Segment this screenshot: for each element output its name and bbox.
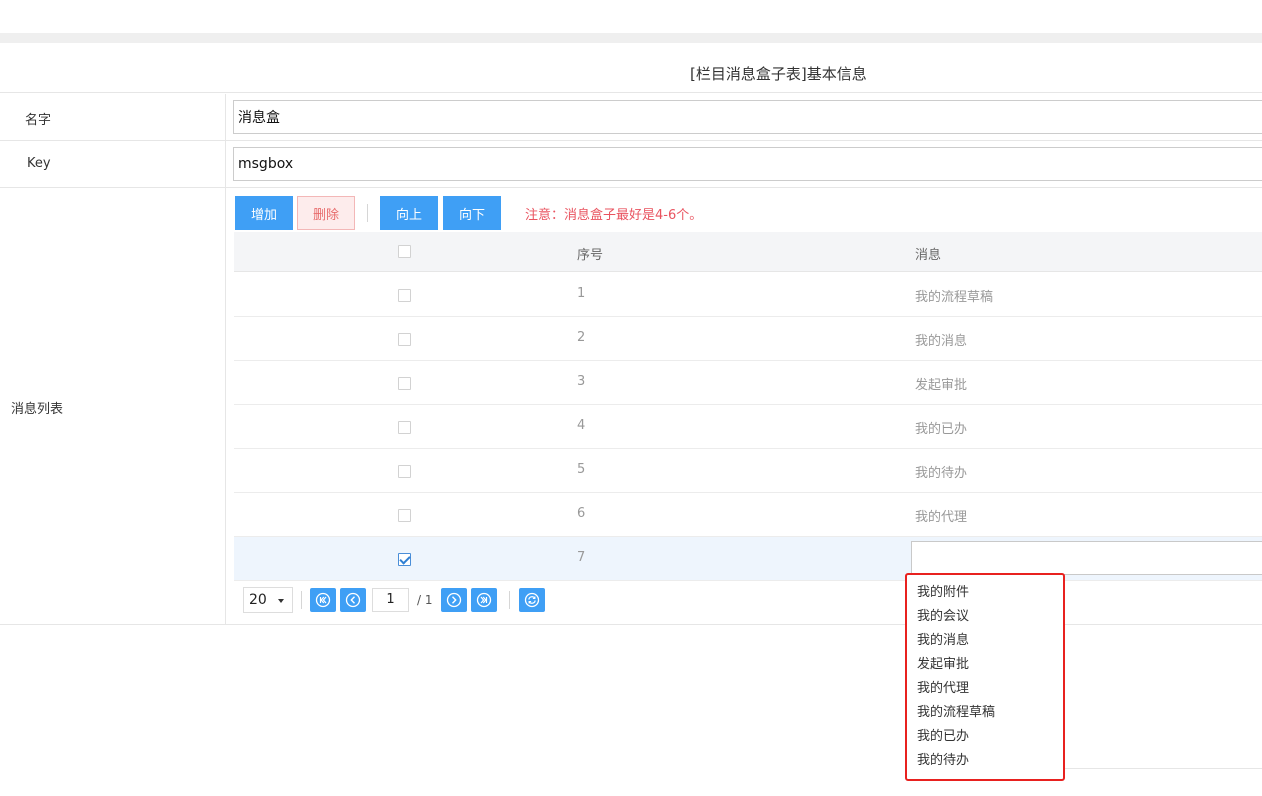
row-index: 7 (577, 550, 586, 565)
dropdown-option[interactable]: 我的代理 (917, 677, 969, 696)
name-input[interactable] (233, 100, 1262, 134)
form-title: [栏目消息盒子表]基本信息 (690, 65, 867, 83)
dropdown-option[interactable]: 我的附件 (917, 581, 969, 600)
limit-note: 注意：消息盒子最好是4-6个。 (525, 208, 703, 223)
row-index: 3 (577, 374, 586, 389)
first-page-button[interactable] (310, 588, 336, 612)
row-message: 我的待办 (915, 466, 968, 481)
next-page-button[interactable] (441, 588, 467, 612)
table-row[interactable]: 1 我的流程草稿 (234, 273, 1262, 317)
add-button[interactable]: 增加 (235, 196, 293, 230)
row-message: 我的流程草稿 (915, 290, 994, 305)
row-index: 2 (577, 330, 586, 345)
caret-down-icon (278, 599, 284, 603)
total-pages: / 1 (417, 593, 433, 607)
row-checkbox[interactable] (398, 421, 411, 434)
row-checkbox-checked[interactable] (398, 553, 411, 566)
dropdown-option[interactable]: 我的消息 (917, 629, 969, 648)
top-bar (0, 0, 1262, 33)
page-size-select[interactable]: 20 (243, 587, 293, 613)
move-down-button[interactable]: 向下 (443, 196, 501, 230)
row-index: 1 (577, 286, 586, 301)
name-row: 名字 (0, 94, 1262, 141)
dropdown-option[interactable]: 我的已办 (917, 725, 969, 744)
table-row[interactable]: 2 我的消息 (234, 317, 1262, 361)
column-header-index: 序号 (577, 248, 604, 263)
toolbar-divider (367, 204, 368, 222)
refresh-icon (524, 592, 540, 608)
refresh-button[interactable] (519, 588, 545, 612)
message-options-dropdown: 我的附件 我的会议 我的消息 发起审批 我的代理 我的流程草稿 我的已办 我的待… (905, 573, 1065, 781)
page-size-value: 20 (249, 592, 267, 608)
row-index: 6 (577, 506, 586, 521)
key-label-cell: Key (0, 141, 226, 187)
first-page-icon (315, 592, 331, 608)
grid-header: 序号 消息 (234, 232, 1262, 272)
key-label: Key (27, 156, 51, 171)
last-page-icon (476, 592, 492, 608)
row-checkbox[interactable] (398, 333, 411, 346)
row-index: 4 (577, 418, 586, 433)
next-page-icon (446, 592, 462, 608)
move-up-button[interactable]: 向上 (380, 196, 438, 230)
dropdown-option[interactable]: 我的流程草稿 (917, 701, 995, 720)
table-row[interactable]: 6 我的代理 (234, 493, 1262, 537)
delete-button[interactable]: 删除 (297, 196, 355, 230)
current-page-input[interactable]: 1 (372, 588, 409, 612)
name-label: 名字 (25, 113, 52, 128)
select-all-checkbox[interactable] (398, 245, 411, 258)
key-row: Key (0, 141, 1262, 188)
prev-page-button[interactable] (340, 588, 366, 612)
message-list-label: 消息列表 (11, 402, 64, 417)
row-message: 发起审批 (915, 378, 968, 393)
column-header-message: 消息 (915, 248, 942, 263)
row-message: 我的代理 (915, 510, 968, 525)
message-list-label-cell: 消息列表 (0, 188, 226, 624)
row-index: 5 (577, 462, 586, 477)
bottom-divider (1065, 768, 1262, 769)
table-row[interactable]: 3 发起审批 (234, 361, 1262, 405)
dropdown-option[interactable]: 发起审批 (917, 653, 969, 672)
row-checkbox[interactable] (398, 377, 411, 390)
dropdown-option[interactable]: 我的待办 (917, 749, 969, 768)
table-row[interactable]: 5 我的待办 (234, 449, 1262, 493)
prev-page-icon (345, 592, 361, 608)
pager: 20 1 / 1 (234, 582, 1262, 624)
message-edit-input[interactable] (911, 541, 1262, 575)
table-row[interactable]: 4 我的已办 (234, 405, 1262, 449)
row-message: 我的已办 (915, 422, 968, 437)
separator-band (0, 33, 1262, 43)
name-label-cell: 名字 (0, 94, 226, 140)
last-page-button[interactable] (471, 588, 497, 612)
row-checkbox[interactable] (398, 289, 411, 302)
key-input[interactable] (233, 147, 1262, 181)
row-checkbox[interactable] (398, 465, 411, 478)
pager-divider (509, 591, 510, 609)
dropdown-option[interactable]: 我的会议 (917, 605, 969, 624)
row-checkbox[interactable] (398, 509, 411, 522)
pager-divider (301, 591, 302, 609)
row-message: 我的消息 (915, 334, 968, 349)
form-title-bar: [栏目消息盒子表]基本信息 (0, 43, 1262, 93)
